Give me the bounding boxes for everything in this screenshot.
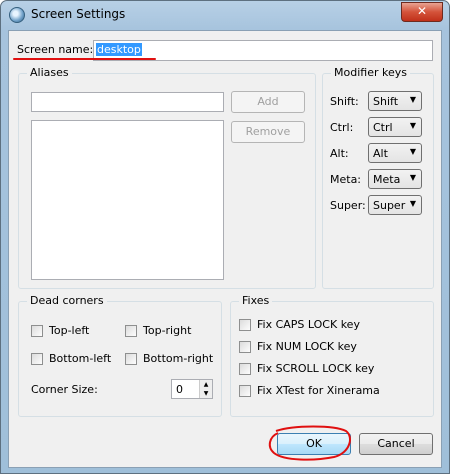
fix-num-lock-checkbox[interactable]: [239, 341, 251, 353]
chevron-down-icon: ▼: [409, 199, 416, 208]
spin-up-icon[interactable]: ▲: [199, 380, 212, 389]
fix-caps-lock-label: Fix CAPS LOCK key: [257, 318, 360, 331]
super-select-value: Super: [373, 199, 406, 212]
fix-caps-lock-checkbox[interactable]: [239, 319, 251, 331]
corner-size-spinbox[interactable]: 0 ▲ ▼: [171, 379, 213, 399]
top-right-checkbox[interactable]: [125, 325, 137, 337]
aliases-list[interactable]: [31, 120, 224, 280]
remove-alias-button[interactable]: Remove: [231, 121, 305, 143]
shift-select[interactable]: Shift ▼: [368, 91, 422, 111]
ctrl-select-value: Ctrl: [373, 121, 393, 134]
corner-size-label: Corner Size:: [31, 383, 98, 396]
fix-xtest-label: Fix XTest for Xinerama: [257, 384, 380, 397]
screen-settings-window: Screen Settings ✕ Screen name: desktop A…: [0, 0, 450, 474]
alt-select[interactable]: Alt ▼: [368, 143, 422, 163]
chevron-down-icon: ▼: [409, 95, 416, 104]
alt-select-value: Alt: [373, 147, 388, 160]
alias-input[interactable]: [31, 92, 224, 112]
screen-name-value: desktop: [96, 43, 142, 56]
alt-label: Alt:: [330, 147, 349, 160]
window-title: Screen Settings: [31, 7, 126, 21]
bottom-right-checkbox[interactable]: [125, 353, 137, 365]
modifier-keys-group: Modifier keys Shift: Shift ▼ Ctrl: Ctrl …: [322, 66, 434, 289]
cancel-button[interactable]: Cancel: [359, 433, 433, 455]
red-circle-annotation: [268, 425, 351, 461]
chevron-down-icon: ▼: [409, 121, 416, 130]
super-label: Super:: [330, 199, 366, 212]
corner-size-value: 0: [176, 383, 183, 396]
ctrl-label: Ctrl:: [330, 121, 354, 134]
meta-select-value: Meta: [373, 173, 401, 186]
modifier-keys-group-title: Modifier keys: [331, 66, 410, 79]
bottom-right-label: Bottom-right: [143, 352, 214, 365]
fixes-group: Fixes Fix CAPS LOCK key Fix NUM LOCK key…: [230, 294, 434, 417]
spin-down-icon[interactable]: ▼: [199, 389, 212, 398]
screen-name-label: Screen name:: [17, 43, 94, 56]
chevron-down-icon: ▼: [409, 173, 416, 182]
dead-corners-group: Dead corners Top-left Top-right Bottom-l…: [18, 294, 222, 417]
top-right-label: Top-right: [143, 324, 192, 337]
app-icon: [9, 7, 25, 23]
ctrl-select[interactable]: Ctrl ▼: [368, 117, 422, 137]
meta-select[interactable]: Meta ▼: [368, 169, 422, 189]
shift-select-value: Shift: [373, 95, 399, 108]
top-left-checkbox[interactable]: [31, 325, 43, 337]
chevron-down-icon: ▼: [409, 147, 416, 156]
fixes-group-title: Fixes: [239, 294, 273, 307]
title-bar[interactable]: Screen Settings ✕: [1, 1, 449, 29]
fix-num-lock-label: Fix NUM LOCK key: [257, 340, 357, 353]
add-alias-button[interactable]: Add: [231, 91, 305, 113]
aliases-group: Aliases Add Remove: [18, 66, 316, 289]
top-left-label: Top-left: [49, 324, 90, 337]
dead-corners-group-title: Dead corners: [27, 294, 107, 307]
dialog-body: Screen name: desktop Aliases Add Remove …: [8, 30, 442, 468]
meta-label: Meta:: [330, 173, 362, 186]
shift-label: Shift:: [330, 95, 359, 108]
fix-xtest-checkbox[interactable]: [239, 385, 251, 397]
close-button[interactable]: ✕: [401, 2, 443, 22]
bottom-left-label: Bottom-left: [49, 352, 112, 365]
fix-scroll-lock-checkbox[interactable]: [239, 363, 251, 375]
aliases-group-title: Aliases: [27, 66, 72, 79]
red-underline-annotation: [13, 58, 156, 60]
fix-scroll-lock-label: Fix SCROLL LOCK key: [257, 362, 375, 375]
bottom-left-checkbox[interactable]: [31, 353, 43, 365]
super-select[interactable]: Super ▼: [368, 195, 422, 215]
